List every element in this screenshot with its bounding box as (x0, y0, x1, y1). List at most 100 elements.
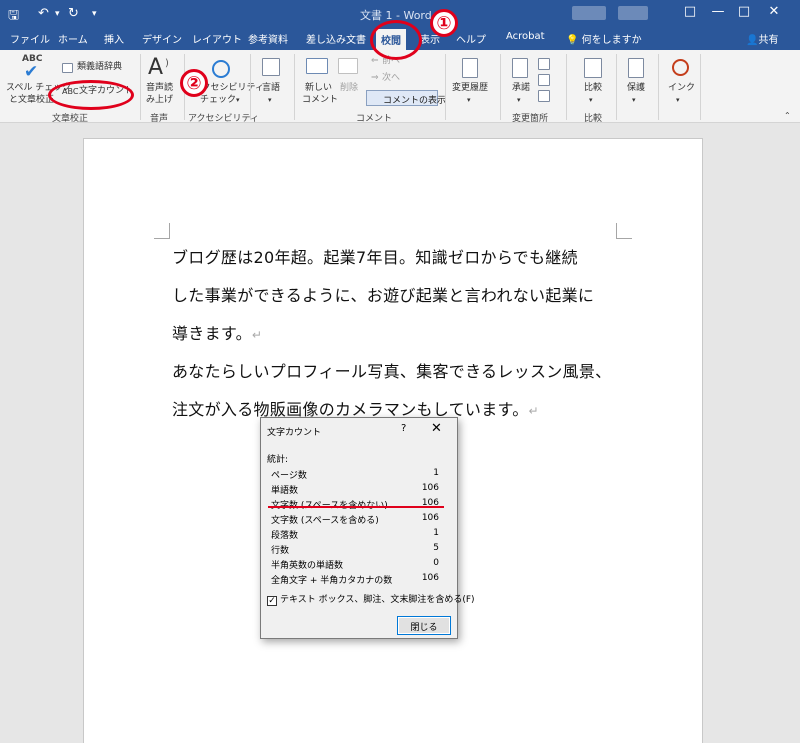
separator (445, 54, 446, 120)
chevron-down-icon: ▾ (236, 96, 240, 104)
tab-file[interactable]: ファイル (10, 31, 50, 46)
read-aloud-label-1: 音声読 (146, 83, 174, 93)
undo-dropdown-icon[interactable]: ▾ (55, 9, 60, 19)
undo-icon[interactable]: ↶ (38, 6, 49, 21)
separator (616, 54, 617, 120)
maximize-icon[interactable]: □ (734, 4, 754, 19)
accept-icon (512, 58, 528, 78)
show-comments-button[interactable]: コメントの表示 (366, 90, 446, 106)
customize-qat-icon[interactable]: ▾ (92, 9, 97, 19)
stat-row: 全角文字 + 半角カタカナの数 106 (271, 573, 439, 586)
body-line-4: あなたらしいプロフィール写真、集客できるレッスン風景、 (172, 362, 612, 381)
collapse-ribbon-icon[interactable]: ⌃ (784, 110, 791, 121)
new-comment-label-1: 新しい (305, 83, 333, 93)
crop-mark (616, 223, 632, 239)
protect-label: 保護 (627, 83, 646, 93)
checkbox-label: テキスト ボックス、脚注、文末脚注を含める(F) (280, 595, 475, 605)
minimize-icon[interactable]: — (708, 4, 728, 19)
chevron-down-icon: ▾ (632, 96, 636, 104)
chevron-down-icon: ▾ (676, 96, 680, 104)
stat-row: 単語数 106 (271, 483, 439, 496)
tab-insert[interactable]: 挿入 (104, 31, 124, 46)
accept-label: 承諾 (512, 83, 531, 93)
crop-mark (154, 223, 170, 239)
tab-acrobat[interactable]: Acrobat (506, 31, 545, 42)
redo-icon[interactable]: ↻ (68, 6, 79, 21)
include-textboxes-checkbox[interactable]: ✓ テキスト ボックス、脚注、文末脚注を含める(F) (267, 592, 475, 606)
chevron-down-icon: ▾ (517, 96, 521, 104)
ink-label: インク (668, 83, 696, 93)
show-comments-label: コメントの表示 (383, 96, 447, 106)
separator (700, 54, 701, 120)
tab-mailings[interactable]: 差し込み文書 (306, 31, 366, 46)
tab-references[interactable]: 参考資料 (248, 31, 288, 46)
delete-label: 削除 (340, 83, 359, 93)
share-label: 共有 (758, 35, 779, 46)
separator (140, 54, 141, 120)
thesaurus-label: 類義語辞典 (77, 62, 123, 72)
stat-row: 文字数 (スペースを含める) 106 (271, 513, 439, 526)
close-button[interactable]: 閉じる (397, 616, 451, 635)
tab-help[interactable]: ヘルプ (456, 31, 486, 46)
separator (500, 54, 501, 120)
stat-row: ページ数 1 (271, 468, 439, 481)
step-2-badge: ② (180, 69, 208, 97)
compare-icon (584, 58, 602, 78)
group-compare: 比較 (584, 114, 603, 124)
ribbon-display-icon[interactable]: □ (680, 4, 700, 19)
track-changes-icon (462, 58, 478, 78)
char-count-underline (268, 506, 444, 508)
next-label: 次へ (382, 73, 401, 83)
tab-design[interactable]: デザイン (142, 31, 182, 46)
reject-icon (538, 58, 550, 70)
separator (250, 54, 251, 120)
previous-change-icon (538, 74, 550, 86)
checkmark-icon: ✔ (24, 62, 39, 82)
accessibility-label-2: チェック (200, 95, 237, 105)
tell-me-label: 何をしますか (581, 35, 642, 46)
previous-icon: ⇐ (371, 56, 379, 66)
stat-row: 行数 5 (271, 543, 439, 556)
group-comments: コメント (356, 114, 393, 124)
track-changes-label: 変更履歴 (452, 83, 489, 93)
accessibility-icon (212, 60, 230, 78)
protect-icon (628, 58, 644, 78)
chevron-down-icon: ▾ (589, 96, 593, 104)
word-count-dialog: 文字カウント ? ✕ 統計: ページ数1 単語数106 文字数 (スペースを含め… (260, 417, 475, 639)
comment-icon (306, 58, 328, 74)
chevron-down-icon: ▾ (467, 96, 471, 104)
body-line-2: した事業ができるように、お遊び起業と言われない起業に (172, 286, 595, 305)
paragraph-mark: ↵ (528, 404, 539, 418)
person-icon: 👤 (746, 35, 759, 46)
stat-row: 半角英数の単語数 0 (271, 558, 439, 571)
group-proofing: 文章校正 (52, 114, 89, 124)
checkbox-checked-icon: ✓ (267, 596, 277, 606)
help-icon[interactable]: ? (401, 423, 406, 434)
separator (566, 54, 567, 120)
lightbulb-icon: 💡 (566, 35, 579, 46)
body-line-1: ブログ歴は20年超。起業7年目。知識ゼロからでも継続 (172, 248, 578, 267)
separator (294, 54, 295, 120)
spelling-label-2: と文章校正 (9, 95, 55, 105)
save-icon[interactable]: 🖫 (8, 6, 19, 28)
tab-layout[interactable]: レイアウト (192, 31, 242, 46)
group-accessibility: アクセシビリティ (188, 114, 260, 124)
next-icon: ⇒ (371, 73, 379, 83)
share-button[interactable]: 👤共有 (746, 31, 778, 46)
statistics-label: 統計: (267, 455, 289, 465)
review-tab-highlight (370, 20, 422, 60)
tab-home[interactable]: ホーム (58, 31, 88, 46)
new-comment-label-2: コメント (302, 95, 339, 105)
sound-wave-icon: ) (165, 58, 169, 69)
thesaurus-icon (62, 63, 73, 73)
close-icon[interactable]: ✕ (431, 421, 442, 436)
close-window-icon[interactable]: ✕ (764, 4, 784, 19)
next-change-icon (538, 90, 550, 102)
account-name-blurred (572, 6, 606, 20)
separator (658, 54, 659, 120)
tell-me-search[interactable]: 💡 何をしますか (566, 31, 642, 46)
stat-row: 段落数 1 (271, 528, 439, 541)
group-speech: 音声 (150, 114, 169, 124)
paragraph-mark: ↵ (251, 328, 263, 342)
step-1-badge: ① (430, 9, 458, 37)
